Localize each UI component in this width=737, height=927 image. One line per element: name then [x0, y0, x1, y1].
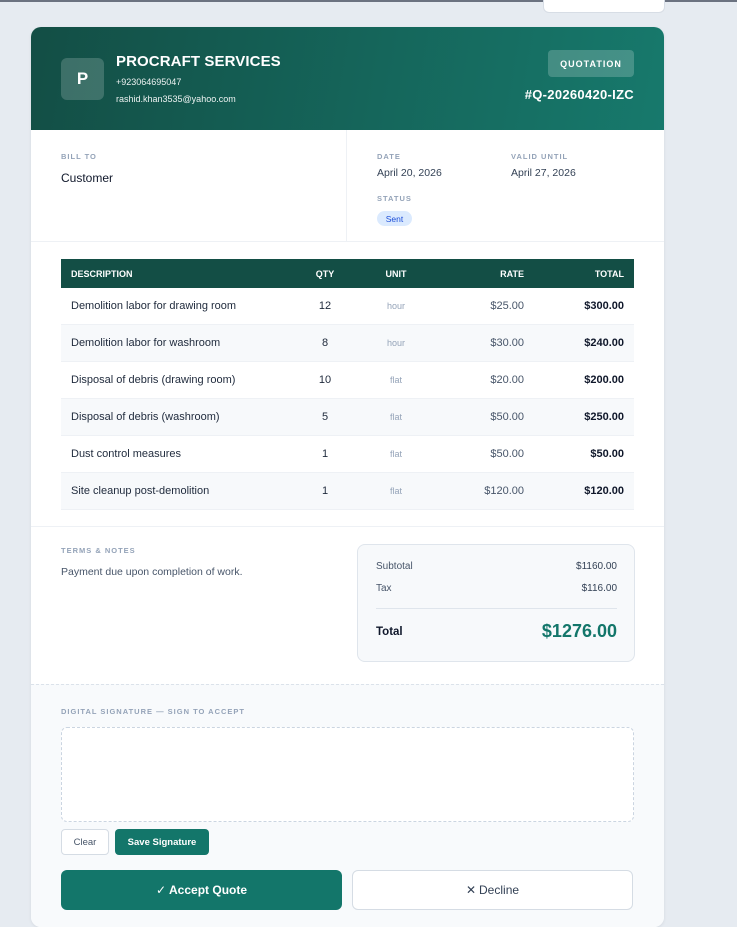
item-total: $200.00 [534, 361, 634, 399]
table-row: Site cleanup post-demolition 1 flat $120… [61, 472, 634, 510]
bill-to-label: BILL TO [61, 152, 97, 161]
checkmark-icon: ✓ [155, 883, 167, 897]
item-unit: flat [358, 398, 434, 436]
bill-to-name: Customer [61, 171, 114, 185]
item-total: $250.00 [534, 398, 634, 436]
accept-quote-button[interactable]: ✓ Accept Quote [61, 870, 342, 910]
item-qty: 10 [292, 361, 358, 399]
company-phone: +923064695047 [116, 77, 182, 87]
tax-value: $116.00 [581, 583, 617, 594]
table-row: Disposal of debris (washroom) 5 flat $50… [61, 398, 634, 436]
totals-box: Subtotal $1160.00 Tax $116.00 Total $127… [357, 544, 635, 662]
top-toolbar-chip[interactable] [543, 0, 665, 13]
table-row: Demolition labor for washroom 8 hour $30… [61, 324, 634, 362]
table-row: Dust control measures 1 flat $50.00 $50.… [61, 435, 634, 473]
item-qty: 5 [292, 398, 358, 436]
line-items-table: DESCRIPTION QTY UNIT RATE TOTAL Demoliti… [61, 259, 634, 510]
company-name: PROCRAFT SERVICES [116, 53, 281, 70]
item-unit: flat [358, 472, 434, 510]
terms-notes-label: TERMS & NOTES [61, 546, 136, 555]
item-description: Demolition labor for washroom [61, 324, 292, 362]
item-qty: 1 [292, 472, 358, 510]
col-total: TOTAL [534, 259, 634, 288]
item-qty: 1 [292, 435, 358, 473]
item-rate: $30.00 [434, 324, 534, 362]
table-header-row: DESCRIPTION QTY UNIT RATE TOTAL [61, 259, 634, 288]
item-unit: hour [358, 288, 434, 325]
item-description: Dust control measures [61, 435, 292, 473]
date-label: DATE [377, 152, 401, 161]
item-total: $120.00 [534, 472, 634, 510]
save-signature-button[interactable]: Save Signature [115, 829, 209, 855]
terms-notes-text: Payment due upon completion of work. [61, 566, 243, 578]
close-icon: ✕ [465, 883, 477, 897]
item-qty: 12 [292, 288, 358, 325]
quote-info: BILL TO Customer DATE April 20, 2026 VAL… [31, 130, 664, 242]
quote-header: P PROCRAFT SERVICES +923064695047 rashid… [31, 27, 664, 130]
total-label: Total [376, 626, 403, 638]
signature-pad[interactable] [61, 727, 634, 822]
table-row: Demolition labor for drawing room 12 hou… [61, 288, 634, 325]
item-description: Disposal of debris (drawing room) [61, 361, 292, 399]
valid-until-value: April 27, 2026 [511, 167, 576, 179]
valid-until-label: VALID UNTIL [511, 152, 569, 161]
col-unit: UNIT [358, 259, 434, 288]
quotation-card: P PROCRAFT SERVICES +923064695047 rashid… [31, 27, 664, 927]
col-description: DESCRIPTION [61, 259, 292, 288]
item-unit: flat [358, 435, 434, 473]
subtotal-value: $1160.00 [576, 561, 617, 572]
status-label: STATUS [377, 194, 412, 203]
col-qty: QTY [292, 259, 358, 288]
table-row: Disposal of debris (drawing room) 10 fla… [61, 361, 634, 399]
status-badge: Sent [377, 211, 412, 226]
tax-label: Tax [376, 583, 392, 594]
section-divider [31, 526, 664, 527]
company-logo: P [61, 58, 104, 100]
item-total: $240.00 [534, 324, 634, 362]
date-value: April 20, 2026 [377, 167, 442, 179]
signature-section: DIGITAL SIGNATURE — SIGN TO ACCEPT Clear… [31, 684, 664, 927]
item-unit: hour [358, 324, 434, 362]
item-qty: 8 [292, 324, 358, 362]
item-total: $50.00 [534, 435, 634, 473]
accept-quote-label: Accept Quote [169, 883, 248, 897]
item-description: Demolition labor for drawing room [61, 288, 292, 325]
total-value: $1276.00 [541, 621, 617, 641]
signature-label: DIGITAL SIGNATURE — SIGN TO ACCEPT [61, 707, 246, 716]
col-rate: RATE [434, 259, 534, 288]
item-unit: flat [358, 361, 434, 399]
quotation-badge: QUOTATION [548, 50, 634, 77]
item-description: Disposal of debris (washroom) [61, 398, 292, 436]
item-rate: $120.00 [434, 472, 534, 510]
quote-number: #Q-20260420-IZC [524, 87, 634, 102]
decline-button[interactable]: ✕ Decline [352, 870, 633, 910]
item-total: $300.00 [534, 288, 634, 325]
decline-label: Decline [479, 883, 520, 897]
totals-divider [376, 608, 617, 609]
company-email: rashid.khan3535@yahoo.com [116, 94, 236, 104]
subtotal-label: Subtotal [376, 561, 413, 572]
item-description: Site cleanup post-demolition [61, 472, 292, 510]
item-rate: $25.00 [434, 288, 534, 325]
clear-signature-button[interactable]: Clear [61, 829, 109, 855]
item-rate: $50.00 [434, 435, 534, 473]
info-divider [346, 130, 347, 241]
item-rate: $20.00 [434, 361, 534, 399]
item-rate: $50.00 [434, 398, 534, 436]
